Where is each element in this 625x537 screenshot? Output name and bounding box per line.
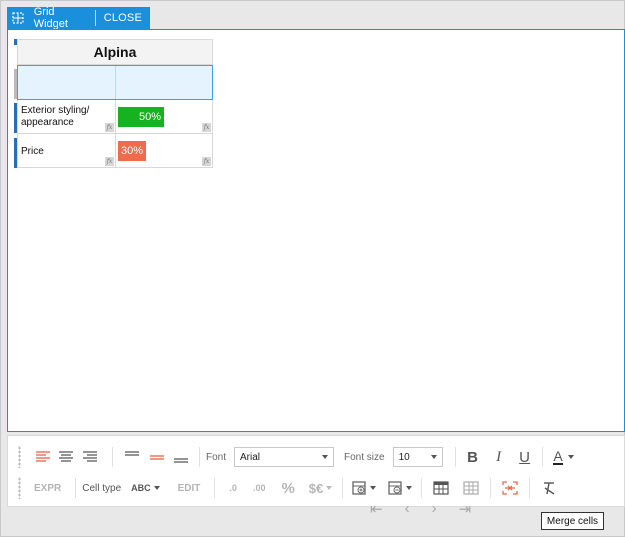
valign-middle-icon[interactable] <box>145 451 169 463</box>
toolbar-divider <box>112 447 113 467</box>
progress-bar: 50% <box>118 107 164 127</box>
toolbar-divider <box>75 478 77 498</box>
edit-button[interactable]: EDIT <box>178 483 201 494</box>
formula-icon[interactable]: fx <box>105 157 114 166</box>
cell-type-dropdown[interactable]: ABC <box>131 483 160 493</box>
previous-page-icon[interactable]: ‹ <box>405 500 410 518</box>
percent-button[interactable]: % <box>281 480 294 497</box>
toolbar-divider <box>214 478 216 498</box>
expr-button[interactable]: EXPR <box>34 483 61 494</box>
grid-cell[interactable] <box>18 66 116 99</box>
bold-button[interactable]: B <box>462 449 484 466</box>
toolbar-divider <box>541 447 543 467</box>
gridlines-icon[interactable] <box>458 481 484 495</box>
font-size-dropdown[interactable]: 10 <box>392 447 443 467</box>
delete-row-icon[interactable] <box>385 480 415 496</box>
align-right-icon[interactable] <box>78 451 102 463</box>
chevron-down-icon <box>153 486 160 490</box>
close-button[interactable]: CLOSE <box>96 12 150 24</box>
grid-cell-value[interactable]: 50% fx <box>116 100 212 133</box>
toolbar-divider <box>529 478 531 498</box>
clear-format-icon[interactable] <box>536 481 562 495</box>
formatting-toolbar: Font Arial Font size 10 B I U A EXPR Cel… <box>7 435 625 507</box>
chevron-down-icon <box>567 455 574 459</box>
toolbar-grip[interactable] <box>18 446 21 468</box>
chevron-down-icon <box>430 455 437 459</box>
bar-value: 30% <box>120 145 143 157</box>
valign-bottom-icon[interactable] <box>169 451 193 463</box>
pagination-nav: ⇤ ‹ › ⇥ <box>370 500 471 518</box>
cell-type-value: ABC <box>131 483 151 493</box>
font-dropdown[interactable]: Arial <box>234 447 335 467</box>
chevron-down-icon <box>370 486 377 490</box>
grid-title-cell[interactable]: Alpina <box>17 39 213 65</box>
last-page-icon[interactable]: ⇥ <box>459 500 472 518</box>
valign-top-icon[interactable] <box>119 451 145 463</box>
align-center-icon[interactable] <box>54 451 78 463</box>
formula-icon[interactable]: fx <box>202 157 211 166</box>
toolbar-divider <box>421 478 423 498</box>
align-left-icon[interactable] <box>32 451 54 463</box>
font-size-label: Font size <box>344 451 385 463</box>
grid-cell-label[interactable]: Exterior styling/ appearance fx <box>18 100 116 133</box>
table-icon[interactable] <box>428 481 454 495</box>
cell-type-label: Cell type <box>82 482 122 494</box>
increase-decimal-button[interactable]: .00 <box>253 483 266 493</box>
font-color-button[interactable]: A <box>549 449 579 465</box>
toolbar-divider <box>342 478 344 498</box>
widget-header: Grid Widget CLOSE <box>7 6 150 30</box>
formula-icon[interactable]: fx <box>105 123 114 132</box>
italic-button[interactable]: I <box>488 449 510 466</box>
font-color-icon: A <box>553 448 563 465</box>
merge-cells-tooltip: Merge cells <box>541 512 604 530</box>
chevron-down-icon <box>406 486 413 490</box>
formula-icon[interactable]: fx <box>202 123 211 132</box>
merge-cells-icon[interactable] <box>497 481 523 495</box>
row-label: Exterior styling/ appearance <box>21 105 90 128</box>
toolbar-divider <box>199 447 200 467</box>
widget-canvas[interactable]: Alpina Exterior styling/ appearance fx 5… <box>7 29 625 432</box>
toolbar-row-1: Font Arial Font size 10 B I U A <box>8 442 624 472</box>
font-label: Font <box>206 451 227 463</box>
chevron-down-icon <box>326 486 333 490</box>
decrease-decimal-button[interactable]: .0 <box>229 483 237 493</box>
currency-button[interactable]: $€ <box>309 481 323 496</box>
table-row[interactable]: Exterior styling/ appearance fx 50% fx <box>17 100 213 134</box>
bar-value: 50% <box>138 111 161 123</box>
insert-row-icon[interactable] <box>349 480 379 496</box>
table-row[interactable]: Price fx 30% fx <box>17 134 213 168</box>
table-row-selected[interactable] <box>17 65 213 100</box>
toolbar-row-2: EXPR Cell type ABC EDIT .0 .00 % $€ <box>8 473 624 503</box>
grid-cell[interactable] <box>116 66 212 99</box>
grid-table: Alpina Exterior styling/ appearance fx 5… <box>14 39 213 168</box>
grid-cell-label[interactable]: Price fx <box>18 134 116 167</box>
toolbar-divider <box>454 447 456 467</box>
row-label: Price <box>21 146 44 157</box>
grid-cell-value[interactable]: 30% fx <box>116 134 212 167</box>
first-page-icon[interactable]: ⇤ <box>370 500 383 518</box>
toolbar-divider <box>490 478 492 498</box>
toolbar-grip[interactable] <box>18 477 21 499</box>
progress-bar: 30% <box>118 141 146 161</box>
next-page-icon[interactable]: › <box>432 500 437 518</box>
font-value: Arial <box>240 451 261 463</box>
font-size-value: 10 <box>398 451 410 463</box>
grid-widget-icon <box>7 7 30 29</box>
underline-button[interactable]: U <box>514 449 536 466</box>
chevron-down-icon <box>322 455 329 459</box>
row-marker <box>14 39 17 45</box>
widget-title: Grid Widget <box>33 6 68 30</box>
